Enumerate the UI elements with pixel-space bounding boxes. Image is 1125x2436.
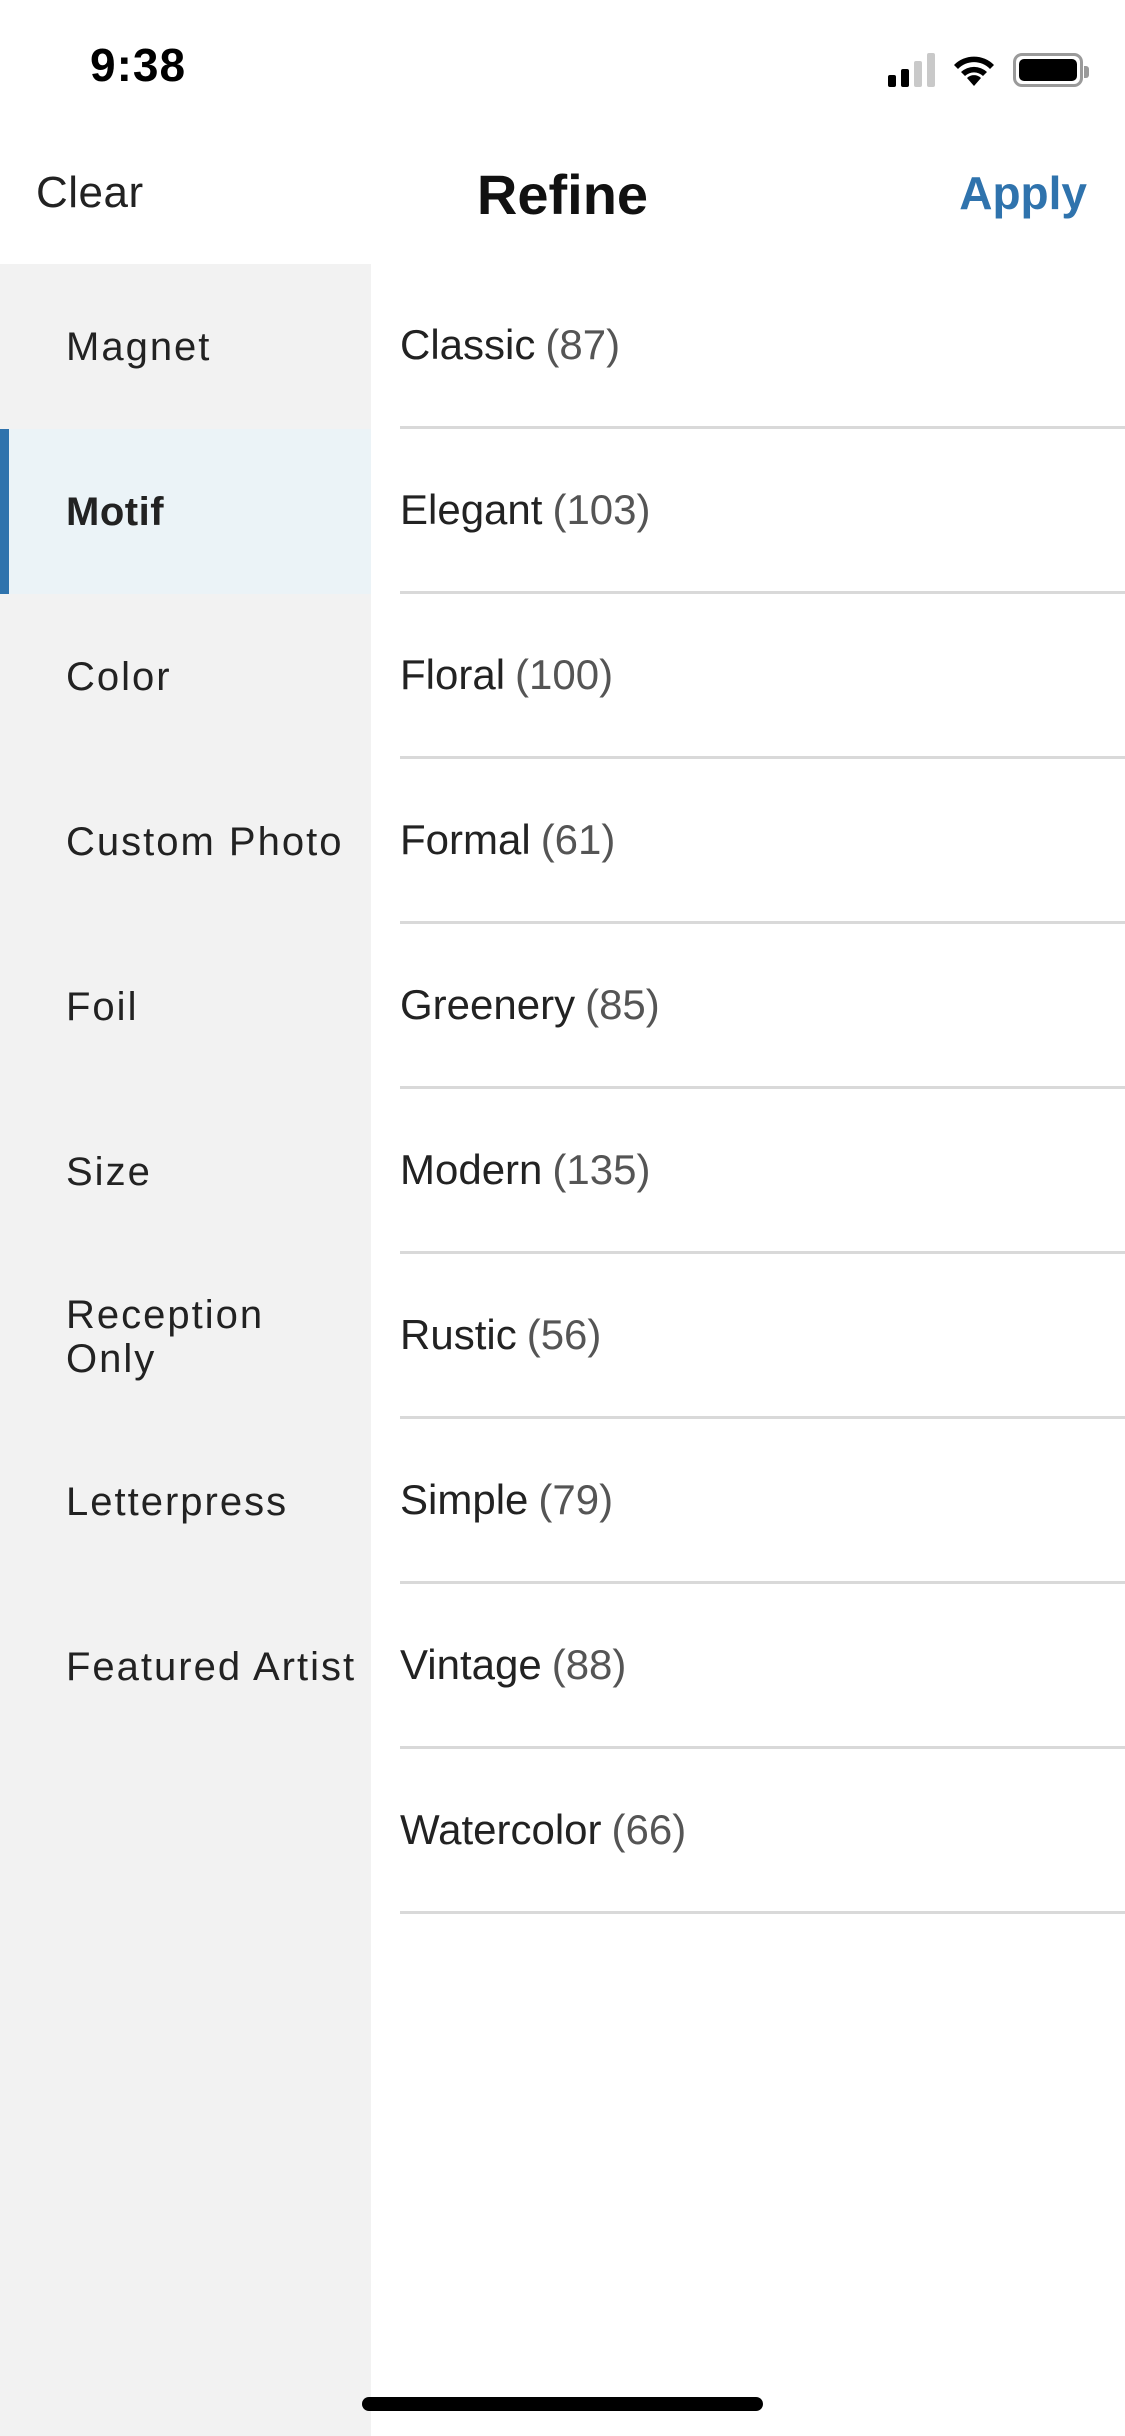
status-time: 9:38 <box>90 39 187 91</box>
sidebar-item-label: Size <box>66 1149 152 1194</box>
status-icons <box>888 52 1089 88</box>
option-elegant[interactable]: Elegant (103) <box>400 429 1125 594</box>
sidebar-item-reception-only[interactable]: Reception Only <box>0 1254 371 1419</box>
sidebar-item-letterpress[interactable]: Letterpress <box>0 1419 371 1584</box>
sidebar-item-size[interactable]: Size <box>0 1089 371 1254</box>
sidebar-item-magnet[interactable]: Magnet <box>0 264 371 429</box>
filter-category-sidebar: Magnet Motif Color Custom Photo Foil Siz… <box>0 264 371 2436</box>
option-count: (56) <box>526 1311 602 1358</box>
option-name: Elegant <box>400 486 543 533</box>
wifi-icon <box>954 56 994 86</box>
option-greenery[interactable]: Greenery (85) <box>400 924 1125 1089</box>
option-count: (103) <box>552 486 651 533</box>
apply-button[interactable]: Apply <box>959 166 1087 220</box>
sidebar-item-label: Letterpress <box>66 1479 289 1524</box>
option-name: Rustic <box>400 1311 517 1358</box>
option-count: (100) <box>515 651 614 698</box>
option-name: Modern <box>400 1146 543 1193</box>
option-name: Greenery <box>400 981 576 1028</box>
option-count: (66) <box>611 1806 687 1853</box>
sidebar-item-label: Magnet <box>66 324 212 369</box>
option-vintage[interactable]: Vintage (88) <box>400 1584 1125 1749</box>
option-count: (61) <box>540 816 616 863</box>
option-name: Classic <box>400 321 536 368</box>
option-name: Floral <box>400 651 506 698</box>
home-indicator[interactable] <box>362 2397 763 2411</box>
sidebar-item-label: Color <box>66 654 172 699</box>
sidebar-item-color[interactable]: Color <box>0 594 371 759</box>
option-count: (87) <box>545 321 621 368</box>
option-name: Watercolor <box>400 1806 602 1853</box>
battery-icon <box>1013 53 1089 87</box>
option-modern[interactable]: Modern (135) <box>400 1089 1125 1254</box>
status-bar: 9:38 <box>0 0 1125 132</box>
option-name: Vintage <box>400 1641 542 1688</box>
sidebar-item-custom-photo[interactable]: Custom Photo <box>0 759 371 924</box>
option-count: (88) <box>551 1641 627 1688</box>
option-count: (135) <box>552 1146 651 1193</box>
option-simple[interactable]: Simple (79) <box>400 1419 1125 1584</box>
option-count: (79) <box>538 1476 614 1523</box>
option-rustic[interactable]: Rustic (56) <box>400 1254 1125 1419</box>
sidebar-item-foil[interactable]: Foil <box>0 924 371 1089</box>
sidebar-item-featured-artist[interactable]: Featured Artist <box>0 1584 371 1749</box>
option-name: Formal <box>400 816 531 863</box>
nav-bar: Clear Refine Apply <box>0 132 1125 264</box>
option-floral[interactable]: Floral (100) <box>400 594 1125 759</box>
option-watercolor[interactable]: Watercolor (66) <box>400 1749 1125 1914</box>
option-classic[interactable]: Classic (87) <box>400 264 1125 429</box>
sidebar-item-label: Reception Only <box>66 1292 265 1381</box>
sidebar-item-label: Featured Artist <box>66 1644 357 1689</box>
option-formal[interactable]: Formal (61) <box>400 759 1125 924</box>
option-count: (85) <box>585 981 660 1028</box>
sidebar-item-motif[interactable]: Motif <box>0 429 371 594</box>
sidebar-item-label: Custom Photo <box>66 819 344 864</box>
page-title: Refine <box>476 163 649 226</box>
sidebar-item-label: Motif <box>66 489 165 534</box>
motif-options-list: Classic (87) Elegant (103) Floral (100) … <box>400 264 1125 1914</box>
option-name: Simple <box>400 1476 529 1523</box>
sidebar-item-label: Foil <box>66 984 139 1029</box>
cellular-signal-icon <box>888 53 935 87</box>
